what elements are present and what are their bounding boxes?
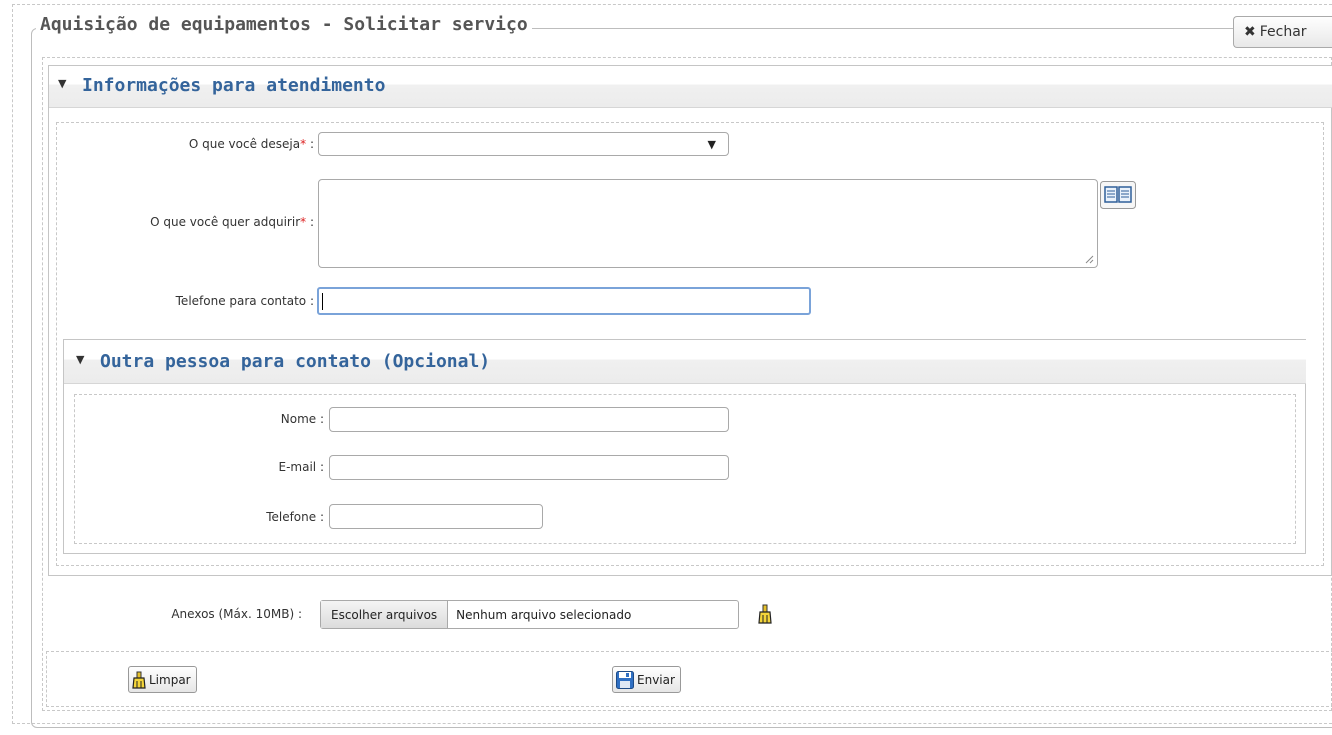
broom-icon [758, 604, 772, 624]
choose-files-button[interactable]: Escolher arquivos [321, 601, 449, 628]
info-panel-title: Informações para atendimento [82, 75, 386, 96]
close-icon: ✖ [1244, 24, 1256, 40]
collapse-triangle-icon: ▼ [58, 77, 67, 90]
clear-button-label: Limpar [149, 672, 191, 687]
attachments-label: Anexos (Máx. 10MB) : [171, 607, 302, 621]
desire-select[interactable]: ▼ [318, 132, 729, 156]
contact-phone-label: Telefone para contato : [175, 294, 314, 308]
contact-email-input[interactable] [329, 455, 729, 480]
contact-phone2-label: Telefone : [266, 510, 324, 524]
collapse-triangle-icon: ▼ [76, 353, 85, 366]
send-button-label: Enviar [637, 672, 675, 687]
resize-handle-icon[interactable] [1084, 254, 1094, 264]
contact-name-label: Nome : [280, 412, 324, 426]
clear-button[interactable]: Limpar [128, 666, 197, 693]
close-button-label: Fechar [1259, 24, 1307, 40]
close-button[interactable]: ✖ Fechar [1233, 16, 1332, 48]
form-title: Aquisição de equipamentos - Solicitar se… [40, 14, 528, 35]
book-icon [1100, 181, 1136, 209]
contact-phone-input[interactable] [317, 287, 811, 315]
form-title-container: Aquisição de equipamentos - Solicitar se… [36, 14, 532, 35]
contact-phone2-input[interactable] [329, 504, 543, 529]
text-caret [322, 292, 323, 310]
acquire-textarea[interactable] [318, 179, 1098, 268]
required-mark: * [300, 137, 307, 151]
file-status: Nenhum arquivo selecionado [456, 607, 632, 622]
send-button[interactable]: Enviar [612, 666, 681, 693]
save-disk-icon [616, 670, 634, 689]
contact-email-label: E-mail : [278, 460, 324, 474]
broom-icon [132, 671, 146, 689]
clear-attachments-button[interactable] [757, 604, 773, 627]
contact-panel-title: Outra pessoa para contato (Opcional) [100, 351, 491, 372]
actions-bar [46, 651, 1332, 707]
acquire-label: O que você quer adquirir* : [150, 215, 314, 229]
required-mark: * [300, 215, 307, 229]
contact-name-input[interactable] [329, 407, 729, 432]
desire-label: O que você deseja* : [188, 137, 314, 151]
catalog-book-button[interactable] [1100, 181, 1136, 212]
dropdown-arrow-icon: ▼ [707, 137, 716, 151]
info-panel-toggle[interactable]: ▼ [58, 76, 66, 90]
contact-panel-toggle[interactable]: ▼ [76, 352, 84, 366]
file-input[interactable]: Escolher arquivos Nenhum arquivo selecio… [320, 600, 739, 629]
